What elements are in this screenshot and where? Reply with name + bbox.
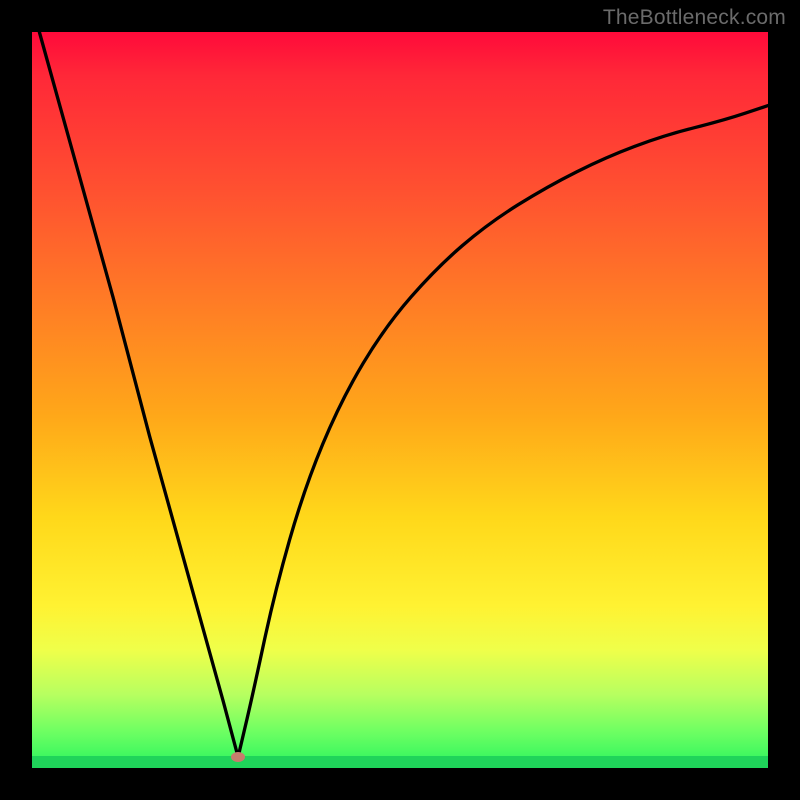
minimum-marker <box>231 752 245 762</box>
chart-frame: TheBottleneck.com <box>0 0 800 800</box>
right-branch-path <box>238 106 768 757</box>
curve-layer <box>32 32 768 768</box>
left-branch-path <box>39 32 238 757</box>
plot-area <box>32 32 768 768</box>
watermark-text: TheBottleneck.com <box>603 6 786 30</box>
